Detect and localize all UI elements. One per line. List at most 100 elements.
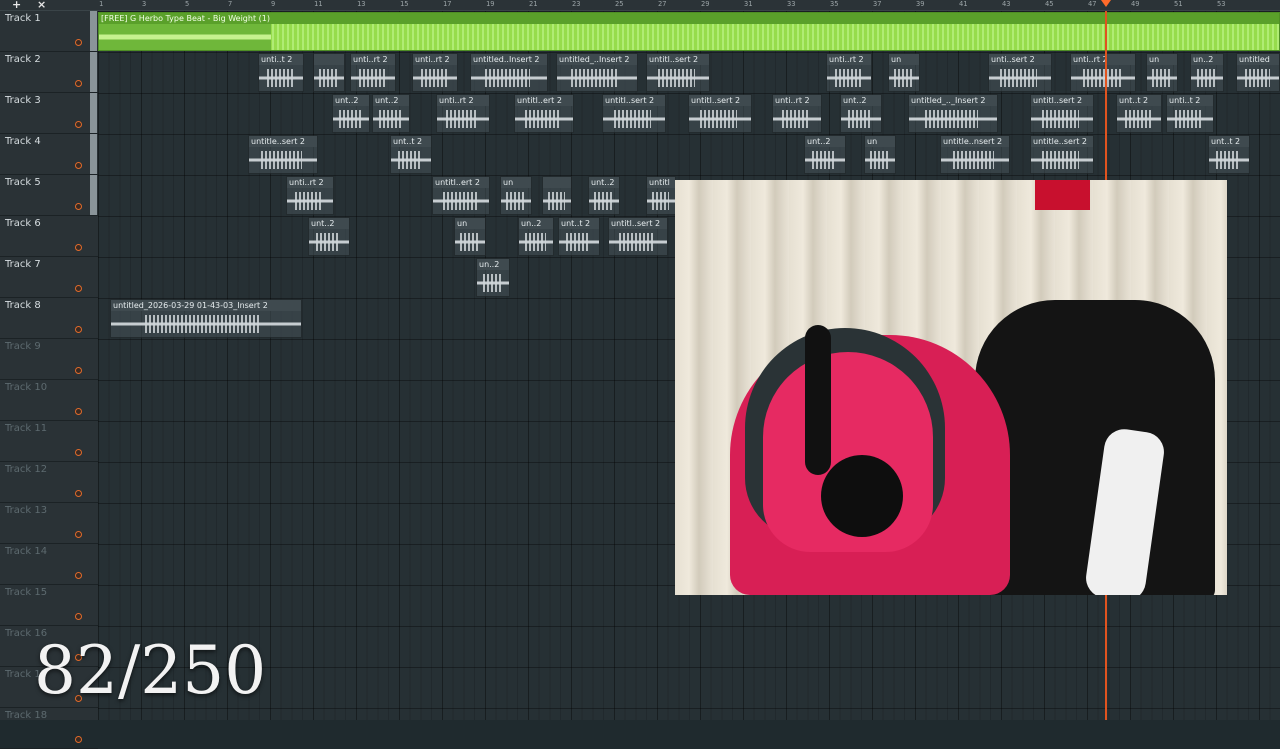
audio-clip[interactable]: untitle..sert 2 [1030,135,1094,174]
audio-clip[interactable] [313,53,345,92]
record-arm-icon[interactable] [75,162,82,169]
track-header[interactable]: Track 6 [0,216,98,257]
audio-clip[interactable]: unti..t 2 [1166,94,1214,133]
track-header[interactable]: Track 4 [0,134,98,175]
track-name[interactable]: Track 7 [5,259,41,270]
track-name[interactable]: Track 3 [5,95,41,106]
audio-clip[interactable]: untitled..Insert 2 [470,53,548,92]
track-name[interactable]: Track 4 [5,136,41,147]
track-header[interactable]: Track 13 [0,503,98,544]
track-header[interactable]: Track 1 [0,11,98,52]
track-header[interactable]: Track 14 [0,544,98,585]
audio-clip[interactable]: unt..t 2 [1116,94,1162,133]
audio-clip[interactable]: untitl..sert 2 [608,217,668,256]
record-arm-icon[interactable] [75,408,82,415]
audio-clip[interactable]: unti..rt 2 [1070,53,1136,92]
audio-clip[interactable]: unt..t 2 [558,217,600,256]
track-name[interactable]: Track 14 [5,546,47,557]
track-name[interactable]: Track 2 [5,54,41,65]
track-name[interactable]: Track 8 [5,300,41,311]
track-header[interactable]: Track 7 [0,257,98,298]
add-button[interactable]: + [12,0,21,11]
audio-clip[interactable]: unt..t 2 [1208,135,1250,174]
audio-clip[interactable]: unt..2 [840,94,882,133]
track-name[interactable]: Track 9 [5,341,41,352]
audio-clip[interactable]: unt..2 [308,217,350,256]
audio-clip[interactable]: unt..2 [372,94,410,133]
track-name[interactable]: Track 10 [5,382,47,393]
record-arm-icon[interactable] [75,490,82,497]
track-header[interactable]: Track 5 [0,175,98,216]
audio-clip[interactable]: unti..rt 2 [436,94,490,133]
audio-clip[interactable]: unti..rt 2 [412,53,458,92]
audio-clip[interactable]: un [1146,53,1178,92]
track-header[interactable]: Track 2 [0,52,98,93]
audio-clip[interactable]: un..2 [1190,53,1224,92]
playhead-marker[interactable] [1101,0,1111,7]
track-header[interactable]: Track 3 [0,93,98,134]
audio-clip[interactable]: unti..t 2 [258,53,304,92]
record-arm-icon[interactable] [75,326,82,333]
record-arm-icon[interactable] [75,285,82,292]
track-header[interactable]: Track 10 [0,380,98,421]
audio-clip[interactable]: un [500,176,532,215]
audio-clip[interactable] [542,176,572,215]
audio-clip[interactable]: untitl..sert 2 [602,94,666,133]
audio-clip[interactable]: untitl..ert 2 [432,176,490,215]
track-header[interactable]: Track 18 [0,708,98,749]
record-arm-icon[interactable] [75,449,82,456]
audio-clip[interactable]: unti..sert 2 [988,53,1052,92]
track-name[interactable]: Track 1 [5,13,41,24]
track-name[interactable]: Track 6 [5,218,41,229]
track-name[interactable]: Track 12 [5,464,47,475]
track-header[interactable]: Track 11 [0,421,98,462]
audio-clip[interactable]: untitl..sert 2 [646,53,710,92]
audio-clip[interactable]: untitled_.._Insert 2 [908,94,998,133]
close-icon[interactable]: × [37,0,46,11]
audio-clip[interactable]: un..2 [518,217,554,256]
audio-clip[interactable]: un..2 [476,258,510,297]
audio-clip[interactable]: unti..rt 2 [286,176,334,215]
audio-clip[interactable]: untitl..sert 2 [688,94,752,133]
audio-clip[interactable]: untitled_..Insert 2 [556,53,638,92]
record-arm-icon[interactable] [75,244,82,251]
audio-clip[interactable]: un [864,135,896,174]
record-arm-icon[interactable] [75,572,82,579]
audio-clip[interactable]: untitle..nsert 2 [940,135,1010,174]
track-name[interactable]: Track 13 [5,505,47,516]
audio-clip[interactable]: un [888,53,920,92]
record-arm-icon[interactable] [75,80,82,87]
track-name[interactable]: Track 5 [5,177,41,188]
audio-clip[interactable]: un [454,217,486,256]
track-name[interactable]: Track 18 [5,710,47,721]
record-arm-icon[interactable] [75,367,82,374]
audio-clip[interactable]: untitl..ert 2 [514,94,574,133]
record-arm-icon[interactable] [75,613,82,620]
clip-waveform [543,188,571,214]
audio-clip[interactable]: untitled_2026-03-29 01-43-03_Insert 2 [110,299,302,338]
audio-clip[interactable]: unt..2 [332,94,370,133]
track-header[interactable]: Track 15 [0,585,98,626]
beat-audio-clip[interactable]: [FREE] G Herbo Type Beat - Big Weight (1… [98,12,1280,51]
audio-clip[interactable]: unt..2 [588,176,620,215]
record-arm-icon[interactable] [75,121,82,128]
audio-clip[interactable]: unti..rt 2 [772,94,822,133]
audio-clip[interactable]: unt..t 2 [390,135,432,174]
timeline-ruler[interactable]: + × 1 3 5 7 9 11 13 15 17 19 21 23 25 27 29 31 33 35 37 39 4… [0,0,1280,11]
record-arm-icon[interactable] [75,531,82,538]
track-name[interactable]: Track 11 [5,423,47,434]
audio-clip[interactable]: unt..2 [804,135,846,174]
audio-clip[interactable]: unti..rt 2 [826,53,872,92]
audio-clip[interactable]: untitled [1236,53,1280,92]
audio-clip[interactable]: untitl..sert 2 [1030,94,1094,133]
track-header[interactable]: Track 9 [0,339,98,380]
audio-clip[interactable]: untitle..sert 2 [248,135,318,174]
audio-clip[interactable]: unti..rt 2 [350,53,396,92]
track-header[interactable]: Track 12 [0,462,98,503]
track-header[interactable]: Track 8 [0,298,98,339]
record-arm-icon[interactable] [75,736,82,743]
record-arm-icon[interactable] [75,203,82,210]
audio-clip[interactable]: untitl [646,176,676,215]
track-name[interactable]: Track 15 [5,587,47,598]
record-arm-icon[interactable] [75,39,82,46]
